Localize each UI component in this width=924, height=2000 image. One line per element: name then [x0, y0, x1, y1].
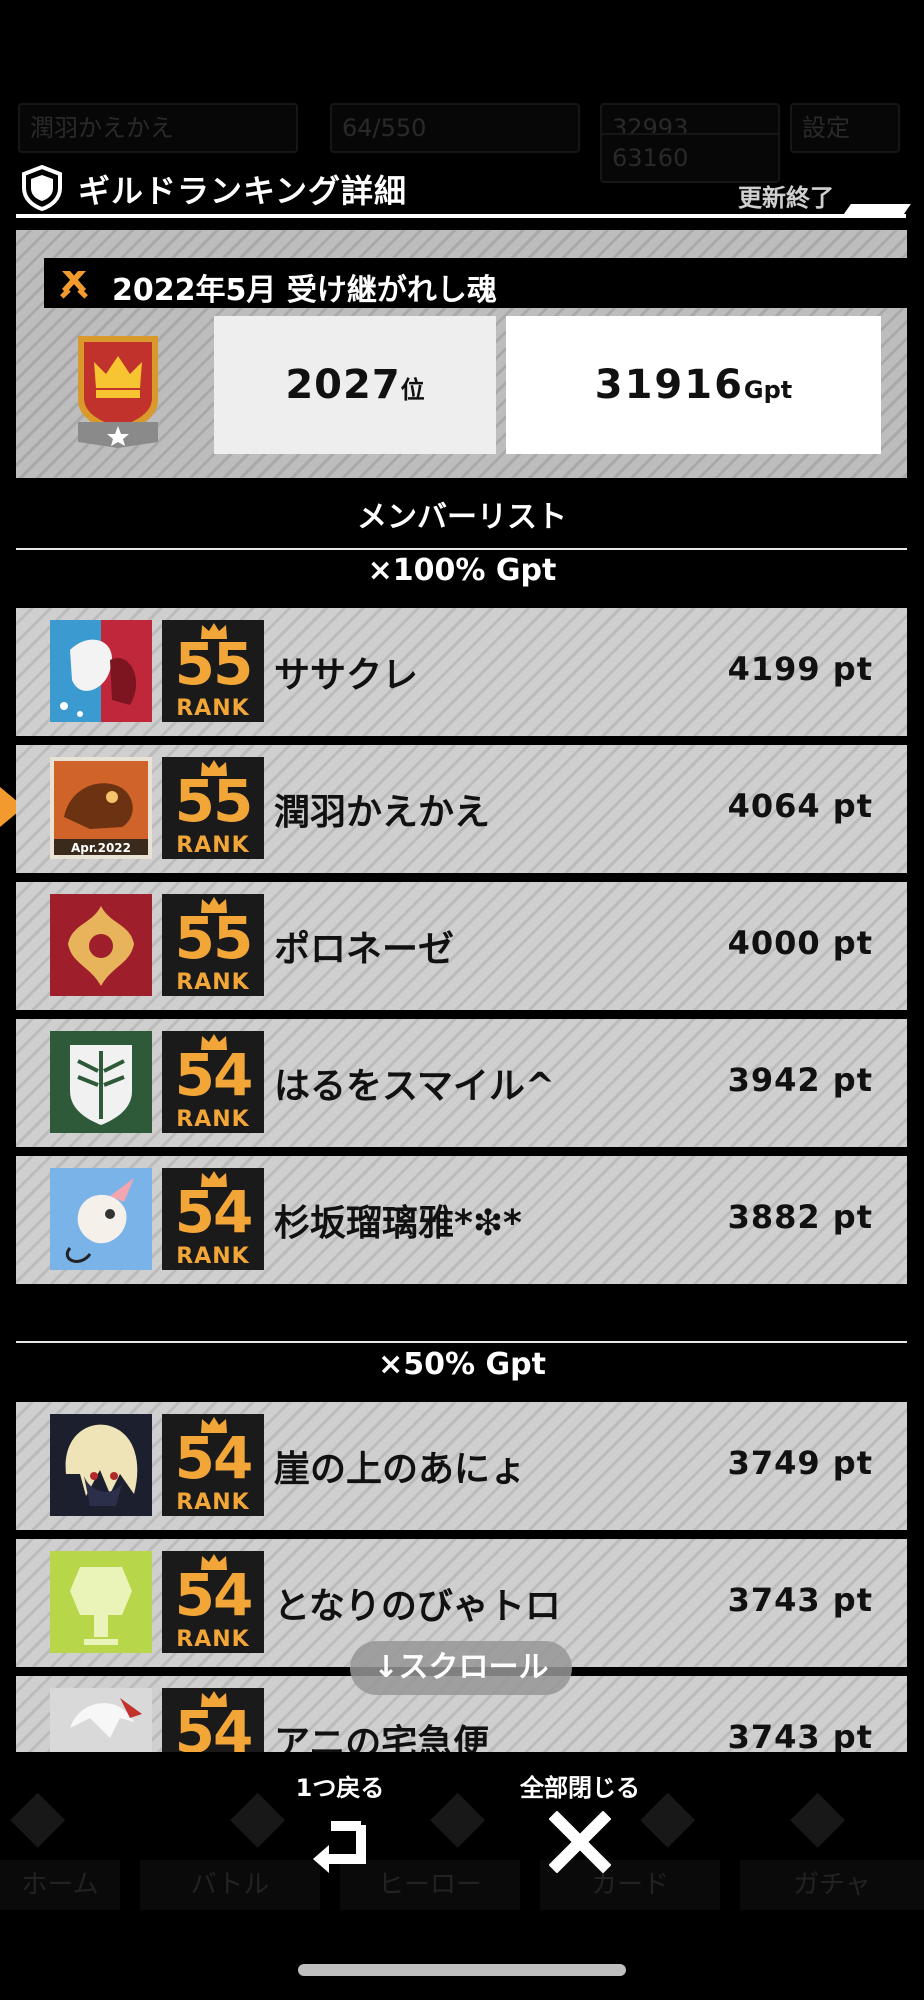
member-row-current-player[interactable]: Apr.2022 55 RANK 潤羽かえかえ 4064 pt: [16, 745, 907, 873]
event-title-bar: 2022年5月 受け継がれし魂: [44, 258, 909, 308]
member-avatar: Apr.2022: [50, 757, 152, 859]
divider: [16, 548, 907, 550]
guild-rank-value: 2027: [285, 362, 401, 408]
rank-label: RANK: [176, 1490, 250, 1515]
bg-nav-gacha: ガチャ: [740, 1860, 924, 1910]
rank-badge: 54 RANK: [162, 1551, 264, 1653]
member-points: 3942 pt: [727, 1061, 873, 1099]
rank-label: RANK: [176, 1627, 250, 1652]
rank-label: RANK: [176, 696, 250, 721]
member-name: 杉坂瑠璃雅*❇︎*: [274, 1203, 522, 1244]
close-all-button[interactable]: 全部閉じる: [500, 1768, 660, 1873]
member-points: 4000 pt: [727, 924, 873, 962]
member-avatar: [50, 1551, 152, 1653]
background-bottom-nav: ◆ ◆ ◆ ◆ ◆ ホーム バトル ヒーロー カード ガチャ: [0, 1752, 924, 1912]
member-name: アニの宅急便: [274, 1723, 490, 1752]
update-status: 更新終了: [738, 184, 834, 212]
bg-settings-button: 設定: [790, 103, 900, 153]
rank-badge: 55 RANK: [162, 757, 264, 859]
group-multiplier-100: ×100% Gpt: [367, 553, 557, 588]
member-avatar: [50, 1414, 152, 1516]
bg-player-name: 潤羽かえかえ: [18, 103, 298, 153]
back-button-label: 1つ戻る: [295, 1774, 385, 1802]
member-name: 崖の上のあにょ: [274, 1449, 527, 1490]
title-accent-stripe: [841, 204, 911, 218]
guild-gpt-box: 31916Gpt: [506, 316, 881, 454]
rank-label: RANK: [176, 970, 250, 995]
bg-nav-gacha-icon: ◆: [790, 1772, 846, 1856]
bg-stamina: 64/550: [330, 103, 580, 153]
member-row[interactable]: 54 RANK はるをスマイル^ 3942 pt: [16, 1019, 907, 1147]
member-avatar: [50, 1688, 152, 1752]
rank-value: 54: [174, 1561, 254, 1629]
member-name: ササクレ: [274, 655, 419, 696]
member-avatar: [50, 894, 152, 996]
page-title: ギルドランキング詳細: [78, 172, 408, 210]
return-arrow-icon: [313, 1821, 366, 1873]
guild-shield-icon: [22, 164, 62, 212]
rank-value: 54: [174, 1041, 254, 1109]
member-name: となりのびゃトロ: [274, 1586, 561, 1627]
member-points: 3882 pt: [727, 1198, 873, 1236]
bg-nav-home: ホーム: [0, 1860, 120, 1910]
rank-value: 54: [174, 1424, 254, 1492]
member-list-title: メンバーリスト: [357, 500, 567, 535]
guild-rank-emblem-icon: [78, 336, 158, 448]
member-points: 3743 pt: [727, 1718, 873, 1752]
rank-value: 54: [174, 1178, 254, 1246]
member-avatar: [50, 1168, 152, 1270]
member-points: 4064 pt: [727, 787, 873, 825]
guild-gpt-value: 31916: [594, 362, 744, 408]
event-title: 2022年5月 受け継がれし魂: [112, 273, 497, 308]
rank-label: RANK: [176, 1107, 250, 1132]
member-avatar: [50, 620, 152, 722]
group-multiplier-50: ×50% Gpt: [378, 1347, 546, 1382]
member-avatar: [50, 1031, 152, 1133]
event-ranking-card: 2022年5月 受け継がれし魂 2027位 31916Gpt: [16, 230, 909, 478]
close-all-button-label: 全部閉じる: [520, 1774, 640, 1802]
home-indicator: [298, 1964, 626, 1976]
bg-nav-home-icon: ◆: [10, 1772, 66, 1856]
rank-value: 54: [174, 1698, 254, 1752]
member-name: 潤羽かえかえ: [274, 792, 491, 833]
guild-rank-box: 2027位: [214, 316, 496, 454]
rank-badge: 55 RANK: [162, 894, 264, 996]
divider: [16, 1341, 907, 1343]
guild-rank-unit: 位: [400, 376, 425, 404]
rank-badge: 54 RANK: [162, 1414, 264, 1516]
guild-gpt-unit: Gpt: [743, 376, 793, 404]
rank-badge: 54 RANK: [162, 1688, 264, 1752]
rank-badge: 55 RANK: [162, 620, 264, 722]
member-row[interactable]: 55 RANK ポロネーゼ 4000 pt: [16, 882, 907, 1010]
rank-badge: 54 RANK: [162, 1168, 264, 1270]
rank-value: 55: [174, 630, 254, 698]
member-name: はるをスマイル^: [274, 1066, 556, 1107]
scroll-hint[interactable]: ↓スクロール: [350, 1641, 572, 1695]
close-icon: [549, 1811, 611, 1873]
member-points: 4199 pt: [727, 650, 873, 688]
member-points: 3749 pt: [727, 1444, 873, 1482]
member-name: ポロネーゼ: [274, 929, 455, 970]
member-row[interactable]: 55 RANK ササクレ 4199 pt: [16, 608, 907, 736]
avatar-badge-text: Apr.2022: [71, 841, 131, 855]
rank-value: 55: [174, 904, 254, 972]
rank-label: RANK: [176, 1244, 250, 1269]
crossed-swords-icon: [60, 271, 88, 299]
bg-nav-hero-icon: ◆: [430, 1772, 486, 1856]
rank-value: 55: [174, 767, 254, 835]
member-points: 3743 pt: [727, 1581, 873, 1619]
member-row[interactable]: 54 RANK 崖の上のあにょ 3749 pt: [16, 1402, 907, 1530]
back-button[interactable]: 1つ戻る: [270, 1768, 410, 1873]
title-underline: [16, 214, 906, 218]
title-bar: ギルドランキング詳細 更新終了: [0, 158, 924, 218]
rank-badge: 54 RANK: [162, 1031, 264, 1133]
member-row[interactable]: 54 RANK 杉坂瑠璃雅*❇︎* 3882 pt: [16, 1156, 907, 1284]
rank-label: RANK: [176, 833, 250, 858]
